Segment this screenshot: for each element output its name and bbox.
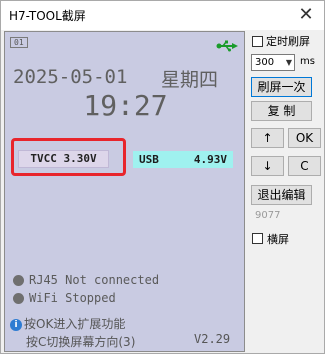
ok-button[interactable]: OK [288,128,321,148]
tvcc-value: TVCC 3.30V [18,150,109,168]
info-icon: i [10,319,22,331]
copy-button[interactable]: 复 制 [251,101,312,121]
status-dot-icon [13,292,24,304]
timed-refresh-label: 定时刷屏 [266,35,310,48]
status-dot-icon [13,274,24,286]
landscape-label: 横屏 [267,233,289,246]
c-button[interactable]: C [288,156,321,176]
page-badge: 01 [10,37,28,48]
title-bar: H7-TOOL截屏 ✕ [1,1,324,30]
app-window: H7-TOOL截屏 ✕ 01 2025-05-01 星期四 19:27 TVCC… [0,0,325,354]
interval-unit: ms [300,56,315,67]
refresh-once-button[interactable]: 刷屏一次 [251,77,312,97]
usb-value: 4.93V [193,153,227,166]
down-button[interactable]: ↓ [251,156,284,176]
interval-value: 300 [255,57,275,68]
status-rj45-text: RJ45 Not connected [29,273,160,287]
version-label: V2.29 [194,332,231,346]
timed-refresh-checkbox[interactable] [252,36,263,47]
lcd-screen[interactable]: 01 2025-05-01 星期四 19:27 TVCC 3.30V USB 4… [4,31,245,352]
status-wifi-text: WiFi Stopped [29,291,116,305]
info-line-2: 按C切换屏幕方向(3) [26,335,136,349]
usb-label: USB [139,153,159,166]
status-rj45: RJ45 Not connected [13,273,159,287]
close-icon[interactable]: ✕ [296,5,316,25]
chevron-down-icon: ▼ [285,58,292,67]
landscape-checkbox[interactable] [252,233,263,244]
status-wifi: WiFi Stopped [13,291,116,305]
window-title: H7-TOOL截屏 [9,9,86,23]
weekday-display: 星期四 [161,69,219,91]
date-display: 2025-05-01 [13,66,128,88]
up-button[interactable]: ↑ [251,128,284,148]
info-line-1: i 按OK进入扩展功能 [10,315,125,332]
exit-edit-button[interactable]: 退出编辑 [251,185,312,205]
usb-icon [216,37,238,56]
code-label: 9077 [255,210,281,221]
usb-voltage-box: USB 4.93V [133,151,233,168]
interval-select[interactable]: 300 ▼ [251,54,295,71]
info-line-1-text: 按OK进入扩展功能 [24,317,126,331]
time-display: 19:27 [83,89,168,122]
